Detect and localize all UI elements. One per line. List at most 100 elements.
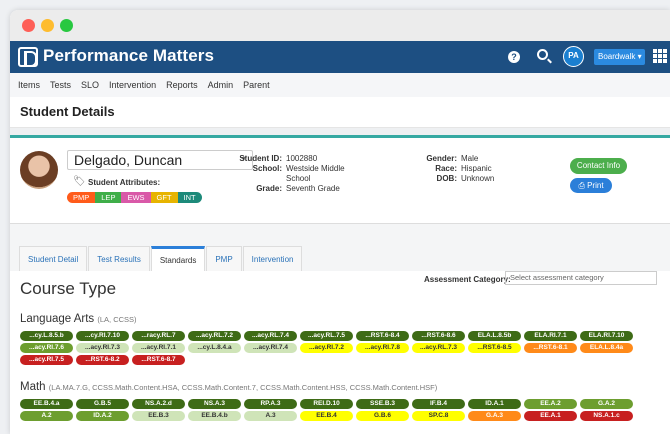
standard-pill[interactable]: IF.B.4: [412, 399, 465, 409]
standard-pill[interactable]: ...RST.6-8.7: [132, 355, 185, 365]
standard-pill[interactable]: EE.B.4: [300, 411, 353, 421]
subject-name: Math: [20, 381, 46, 393]
subject-language-arts-heading: Language Arts (LA, CCSS): [20, 313, 137, 325]
standard-pill[interactable]: ...RST.6-8.4: [356, 331, 409, 341]
standard-pill[interactable]: G.A.2: [580, 399, 633, 409]
standard-pill[interactable]: G.B.5: [76, 399, 129, 409]
standard-pill[interactable]: ELA.L.8.4a: [580, 343, 633, 353]
assessment-category-label: Assessment Category:: [424, 275, 511, 284]
standard-pill[interactable]: NS.A.3: [188, 399, 241, 409]
app-logo-icon[interactable]: [18, 47, 38, 67]
student-id-value: 1002880: [286, 154, 318, 163]
menu-item-admin[interactable]: Admin: [208, 80, 234, 90]
standard-pill[interactable]: ...acy.RL.7.2: [188, 331, 241, 341]
standard-pill[interactable]: ...acy.RL.7.5: [300, 331, 353, 341]
site-selector-button[interactable]: Boardwalk ▾: [594, 49, 645, 65]
tab-intervention[interactable]: Intervention: [242, 246, 303, 271]
dob-label: DOB:: [436, 174, 457, 183]
standard-pill[interactable]: ELA.RI.7.1: [524, 331, 577, 341]
contact-info-button[interactable]: Contact Info: [570, 158, 627, 174]
standard-pill[interactable]: NS.A.1.c: [580, 411, 633, 421]
standard-pill[interactable]: ID.A.2: [76, 411, 129, 421]
standard-pill[interactable]: ...acy.RI.7.4: [244, 343, 297, 353]
standard-pill[interactable]: SSE.B.3: [356, 399, 409, 409]
standard-pill[interactable]: ...acy.RI.7.3: [76, 343, 129, 353]
standard-pill[interactable]: ...RST.6-8.6: [412, 331, 465, 341]
standard-pill[interactable]: EE.B.4.a: [20, 399, 73, 409]
close-window-button[interactable]: [22, 19, 35, 32]
standard-pill[interactable]: ...cy.L.8.4.a: [188, 343, 241, 353]
user-avatar[interactable]: PA: [563, 46, 584, 67]
standard-pill[interactable]: ...cy.RI.7.10: [76, 331, 129, 341]
attribute-badge-gft[interactable]: GFT: [150, 192, 178, 203]
tab-pmp[interactable]: PMP: [206, 246, 242, 271]
standard-pill[interactable]: G.B.6: [356, 411, 409, 421]
standard-pill[interactable]: ...cy.L.8.5.b: [20, 331, 73, 341]
tag-icon: 🏷: [73, 176, 86, 187]
student-id-label: Student ID:: [239, 154, 282, 163]
student-demographics: Gender: Male Race: Hispanic DOB: Unknown: [407, 154, 494, 184]
standard-pill[interactable]: ...acy.RI.7.2: [300, 343, 353, 353]
attribute-badge-int[interactable]: INT: [177, 192, 202, 203]
standard-pill[interactable]: REI.D.10: [300, 399, 353, 409]
student-selector[interactable]: Delgado, Duncan ▼: [67, 150, 253, 170]
race-label: Race:: [435, 164, 457, 173]
browser-window: Performance Matters ? PA Boardwalk ▾ Ite…: [10, 10, 670, 434]
tab-test-results[interactable]: Test Results: [88, 246, 150, 271]
standard-pill[interactable]: ...acy.RI.7.6: [20, 343, 73, 353]
top-navigation-bar: Performance Matters ? PA Boardwalk ▾: [10, 41, 670, 73]
attribute-badge-pmp[interactable]: PMP: [67, 192, 96, 203]
standard-pill[interactable]: ...racy.RL.7: [132, 331, 185, 341]
print-icon: ⎙: [578, 181, 585, 190]
student-name: Delgado, Duncan: [74, 152, 183, 168]
grade-value: Seventh Grade: [286, 184, 340, 193]
standard-pill[interactable]: A.3: [244, 411, 297, 421]
standard-pill[interactable]: A.2: [20, 411, 73, 421]
menu-item-reports[interactable]: Reports: [166, 80, 198, 90]
tab-standards[interactable]: Standards: [150, 246, 206, 271]
standard-pill[interactable]: ...RST.6-8.2: [76, 355, 129, 365]
standard-pill[interactable]: EE.A.2: [524, 399, 577, 409]
menu-item-items[interactable]: Items: [18, 80, 40, 90]
minimize-window-button[interactable]: [41, 19, 54, 32]
main-menu: Items Tests SLO Intervention Reports Adm…: [10, 73, 670, 97]
menu-item-slo[interactable]: SLO: [81, 80, 99, 90]
tab-student-detail[interactable]: Student Detail: [19, 246, 88, 271]
school-label: School:: [252, 164, 282, 173]
maximize-window-button[interactable]: [60, 19, 73, 32]
standard-pill[interactable]: ...acy.RL.7.4: [244, 331, 297, 341]
help-icon[interactable]: ?: [508, 51, 520, 63]
standard-pill[interactable]: ...RST.6-8.1: [524, 343, 577, 353]
attribute-badge-lep[interactable]: LEP: [95, 192, 122, 203]
standard-pill[interactable]: ELA.L.8.5b: [468, 331, 521, 341]
standard-pill[interactable]: ...acy.RL.7.3: [412, 343, 465, 353]
dob-value: Unknown: [461, 174, 495, 183]
standard-pill[interactable]: ...acy.RI.7.5: [20, 355, 73, 365]
standard-pill[interactable]: G.A.3: [468, 411, 521, 421]
language-arts-standards: ...cy.L.8.5.b ...cy.RI.7.10 ...racy.RL.7..…: [20, 331, 665, 367]
student-id-info: Student ID: 1002880 School: Westside Middl…: [232, 154, 356, 194]
standard-pill[interactable]: RP.A.3: [244, 399, 297, 409]
menu-item-parent[interactable]: Parent: [243, 80, 270, 90]
print-button[interactable]: ⎙ Print: [570, 178, 612, 193]
standard-pill[interactable]: ...acy.RI.7.8: [356, 343, 409, 353]
print-label: Print: [587, 181, 604, 190]
standards-panel: Course Type Assessment Category: Select …: [10, 271, 670, 434]
menu-item-intervention[interactable]: Intervention: [109, 80, 156, 90]
standard-pill[interactable]: ID.A.1: [468, 399, 521, 409]
assessment-category-select[interactable]: Select assessment category: [505, 271, 657, 285]
standard-pill[interactable]: NS.A.2.d: [132, 399, 185, 409]
menu-item-tests[interactable]: Tests: [50, 80, 71, 90]
apps-grid-icon[interactable]: [653, 49, 667, 63]
standard-pill[interactable]: SP.C.8: [412, 411, 465, 421]
subject-codes: (LA.MA.7.G, CCSS.Math.Content.HSA, CCSS.…: [48, 383, 438, 392]
standard-pill[interactable]: EE.B.3: [132, 411, 185, 421]
standard-pill[interactable]: ...acy.RI.7.1: [132, 343, 185, 353]
attribute-badge-ews[interactable]: EWS: [121, 192, 151, 203]
search-icon[interactable]: [537, 49, 548, 60]
standard-pill[interactable]: ...RST.6-8.5: [468, 343, 521, 353]
app-name[interactable]: Performance Matters: [43, 46, 214, 66]
standard-pill[interactable]: EE.A.1: [524, 411, 577, 421]
standard-pill[interactable]: ELA.RI.7.10: [580, 331, 633, 341]
standard-pill[interactable]: EE.B.4.b: [188, 411, 241, 421]
